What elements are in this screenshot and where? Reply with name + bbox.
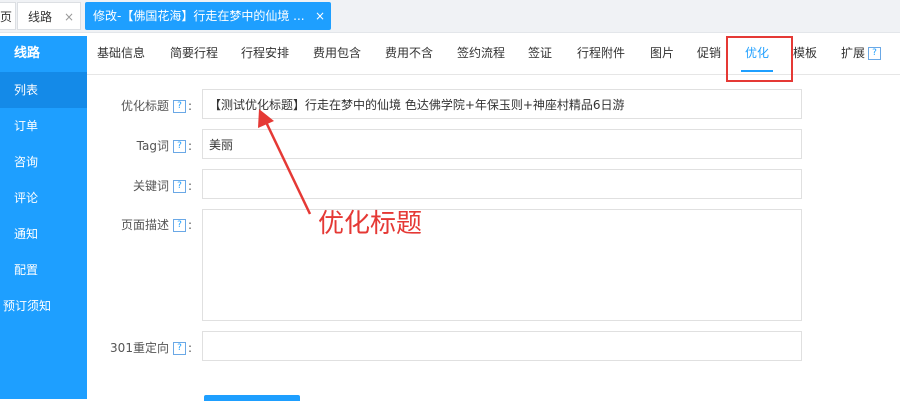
sidebar-item-orders[interactable]: 订单 (0, 108, 87, 144)
help-icon[interactable]: ? (172, 100, 186, 113)
tab-brief-itinerary[interactable]: 简要行程 (170, 36, 218, 74)
annotation-label: 优化标题 (318, 209, 423, 239)
seo-title-label-text: 优化标题 (120, 99, 169, 113)
highlight-box (726, 36, 793, 82)
description-label: 页面描述?: (121, 216, 192, 233)
help-icon[interactable]: ? (172, 342, 186, 355)
tab-fee-excluded[interactable]: 费用不含 (385, 36, 433, 74)
top-tab-bar: 页 线路 × 修改-【佛国花海】行走在梦中的仙境 ... × (0, 0, 900, 33)
tab-basic-info[interactable]: 基础信息 (97, 36, 145, 74)
sidebar-item-list[interactable]: 列表 (0, 72, 87, 108)
tag-label-text: Tag词 (136, 139, 169, 153)
seo-title-label: 优化标题?: (121, 97, 192, 114)
tab-extension[interactable]: 扩展? (841, 36, 882, 74)
description-textarea[interactable] (202, 209, 802, 321)
tab-route[interactable]: 线路 × (17, 2, 81, 30)
tab-home[interactable]: 页 (0, 2, 16, 30)
sidebar-item-booking-notes[interactable]: 预订须知 (0, 288, 87, 324)
tab-fee-included[interactable]: 费用包含 (313, 36, 361, 74)
tab-route-label: 线路 (28, 10, 53, 24)
redirect-label: 301重定向?: (110, 339, 192, 356)
sidebar-item-notices[interactable]: 通知 (0, 216, 87, 252)
tag-input[interactable]: 美丽 (202, 129, 802, 159)
tab-images[interactable]: 图片 (650, 36, 674, 74)
sidebar-item-reviews[interactable]: 评论 (0, 180, 87, 216)
redirect-input[interactable] (202, 331, 802, 361)
close-icon[interactable]: × (64, 3, 74, 31)
sidebar-item-config[interactable]: 配置 (0, 252, 87, 288)
redirect-label-text: 301重定向 (110, 341, 169, 355)
tab-home-label: 页 (0, 10, 13, 24)
help-icon[interactable]: ? (868, 47, 882, 60)
tab-extension-label: 扩展 (841, 46, 866, 60)
close-icon[interactable]: × (315, 2, 325, 30)
save-button[interactable] (204, 395, 300, 401)
tab-template[interactable]: 模板 (793, 36, 817, 74)
sidebar-item-route[interactable]: 线路 (0, 36, 87, 72)
tab-promotion[interactable]: 促销 (697, 36, 721, 74)
tab-edit-route[interactable]: 修改-【佛国花海】行走在梦中的仙境 ... × (85, 2, 331, 30)
help-icon[interactable]: ? (172, 140, 186, 153)
keywords-label: 关键词?: (133, 177, 192, 194)
keywords-label-text: 关键词 (132, 179, 169, 193)
sidebar-item-inquiry[interactable]: 咨询 (0, 144, 87, 180)
colon: : (187, 218, 192, 232)
tab-itinerary[interactable]: 行程安排 (241, 36, 289, 74)
tab-signing-process[interactable]: 签约流程 (457, 36, 505, 74)
colon: : (187, 99, 192, 113)
tab-edit-route-label: 修改-【佛国花海】行走在梦中的仙境 ... (93, 9, 305, 23)
tab-visa[interactable]: 签证 (528, 36, 552, 74)
seo-title-input[interactable]: 【测试优化标题】行走在梦中的仙境 色达佛学院+年保玉则+神座村精品6日游 (202, 89, 802, 119)
colon: : (187, 179, 192, 193)
sidebar: 线路 列表 订单 咨询 评论 通知 配置 预订须知 (0, 36, 87, 399)
keywords-input[interactable] (202, 169, 802, 199)
tab-attachments[interactable]: 行程附件 (577, 36, 625, 74)
tag-label: Tag词?: (137, 137, 192, 154)
colon: : (187, 341, 192, 355)
help-icon[interactable]: ? (172, 219, 186, 232)
colon: : (187, 139, 192, 153)
help-icon[interactable]: ? (172, 180, 186, 193)
description-label-text: 页面描述 (120, 218, 169, 232)
